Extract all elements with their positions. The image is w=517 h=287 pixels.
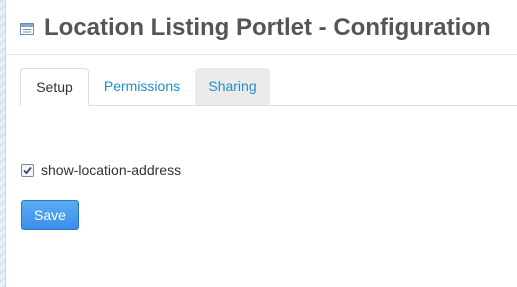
save-button[interactable]: Save — [21, 200, 79, 230]
checkmark-icon — [23, 166, 32, 175]
portlet-config-icon — [20, 22, 34, 36]
tab-sharing[interactable]: Sharing — [195, 68, 270, 105]
configuration-panel: Location Listing Portlet - Configuration… — [5, 0, 517, 287]
show-location-address-label[interactable]: show-location-address — [41, 161, 181, 179]
tab-setup[interactable]: Setup — [20, 68, 89, 106]
tab-permissions[interactable]: Permissions — [89, 68, 195, 105]
show-location-address-checkbox[interactable] — [21, 164, 34, 177]
page-title: Location Listing Portlet - Configuration — [44, 14, 491, 41]
panel-header: Location Listing Portlet - Configuration — [6, 0, 517, 55]
config-tabs: Setup Permissions Sharing — [20, 68, 517, 106]
